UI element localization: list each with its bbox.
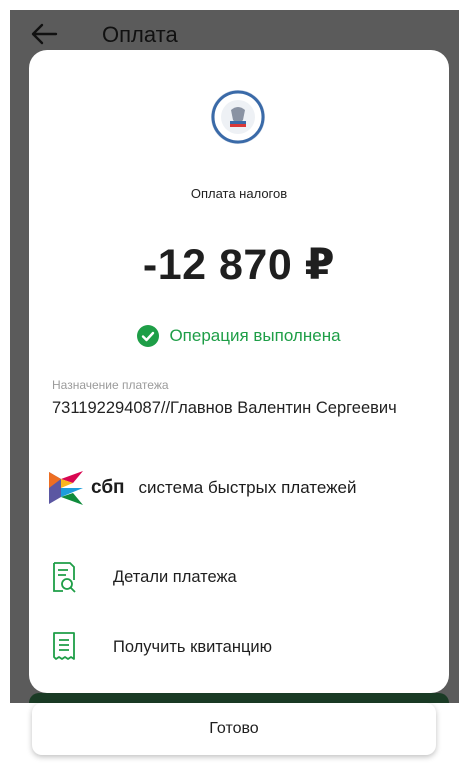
sbp-short-label: сбп — [91, 477, 125, 498]
payment-details-button[interactable]: Детали платежа — [51, 557, 431, 597]
payment-details-label: Детали платежа — [113, 567, 237, 586]
back-arrow-icon[interactable] — [30, 22, 58, 46]
check-circle-icon — [137, 325, 160, 347]
status-line: Операция выполнена — [29, 325, 449, 347]
bottom-bar: Готово — [10, 703, 459, 769]
get-receipt-label: Получить квитанцию — [113, 637, 273, 656]
receipt-icon — [53, 632, 75, 660]
page-title: Оплата — [102, 22, 178, 47]
app-screen: Оплата Оплата налогов -12 870 ₽ Операция… — [10, 10, 459, 769]
recipient-label: Оплата налогов — [190, 186, 288, 201]
document-search-icon — [53, 562, 76, 593]
purpose-label: Назначение платежа — [52, 378, 169, 392]
sbp-logo-icon — [49, 471, 83, 505]
done-button[interactable]: Готово — [32, 703, 436, 755]
get-receipt-button[interactable]: Получить квитанцию — [51, 627, 431, 667]
status-text: Операция выполнена — [169, 326, 341, 345]
purpose-value: 731192294087//Главнов Валентин Сергеевич — [52, 399, 397, 417]
tax-service-logo-icon — [211, 90, 265, 144]
sbp-logo: сбп система быстрых платежей — [47, 468, 356, 508]
sbp-full-label: система быстрых платежей — [138, 478, 357, 497]
receipt-sheet: Оплата налогов -12 870 ₽ Операция выполн… — [29, 50, 449, 693]
payment-amount: -12 870 ₽ — [142, 241, 336, 289]
